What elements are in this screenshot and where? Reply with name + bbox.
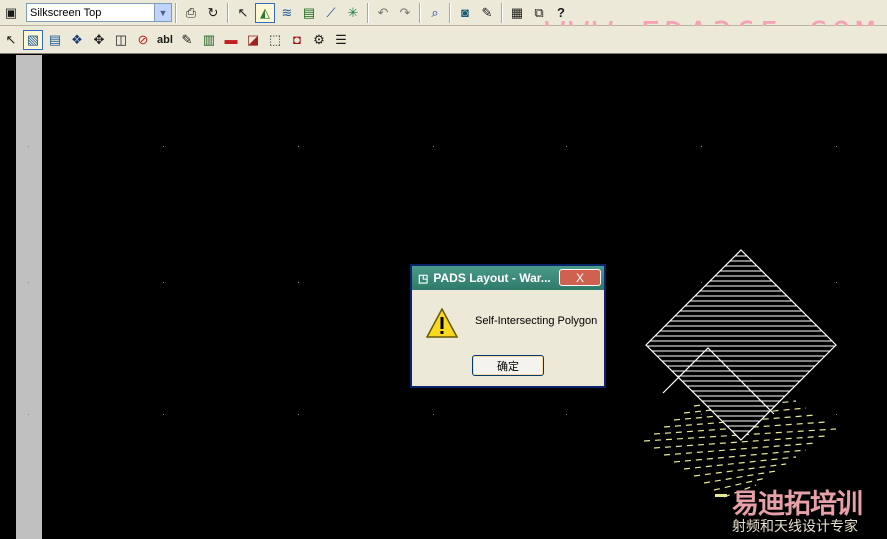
pads-app-icon: ◳ bbox=[418, 272, 429, 285]
close-button[interactable]: X bbox=[559, 269, 601, 286]
grid-dot bbox=[836, 414, 837, 415]
grid-dot bbox=[566, 146, 567, 147]
grid-dot bbox=[298, 282, 299, 283]
grid-dot bbox=[28, 282, 29, 283]
logo-subtitle: 射频和天线设计专家 bbox=[732, 519, 858, 535]
grid-dot bbox=[28, 146, 29, 147]
grid-dot bbox=[701, 146, 702, 147]
grid-dot bbox=[298, 414, 299, 415]
warning-dialog: ◳ PADS Layout - War... X Self-Intersecti… bbox=[410, 264, 606, 388]
grid-dot bbox=[701, 282, 702, 283]
grid-dot bbox=[566, 414, 567, 415]
grid-dot bbox=[298, 146, 299, 147]
grid-dot bbox=[433, 282, 434, 283]
grid-dot bbox=[28, 414, 29, 415]
grid-dot bbox=[163, 414, 164, 415]
dialog-message: Self-Intersecting Polygon bbox=[475, 315, 598, 327]
ok-button[interactable]: 确定 bbox=[472, 355, 544, 376]
hatch-fragment bbox=[715, 494, 727, 497]
grid-dot bbox=[163, 146, 164, 147]
dialog-title: PADS Layout - War... bbox=[433, 271, 551, 285]
grid-dot bbox=[836, 146, 837, 147]
grid-dot bbox=[701, 414, 702, 415]
grid-dot bbox=[433, 146, 434, 147]
close-icon: X bbox=[575, 270, 584, 285]
grid-dot bbox=[433, 414, 434, 415]
grid-dot bbox=[163, 282, 164, 283]
grid-dot bbox=[566, 282, 567, 283]
warning-icon bbox=[426, 308, 458, 338]
silkscreen-polygon bbox=[645, 249, 837, 441]
grid-dot bbox=[836, 282, 837, 283]
